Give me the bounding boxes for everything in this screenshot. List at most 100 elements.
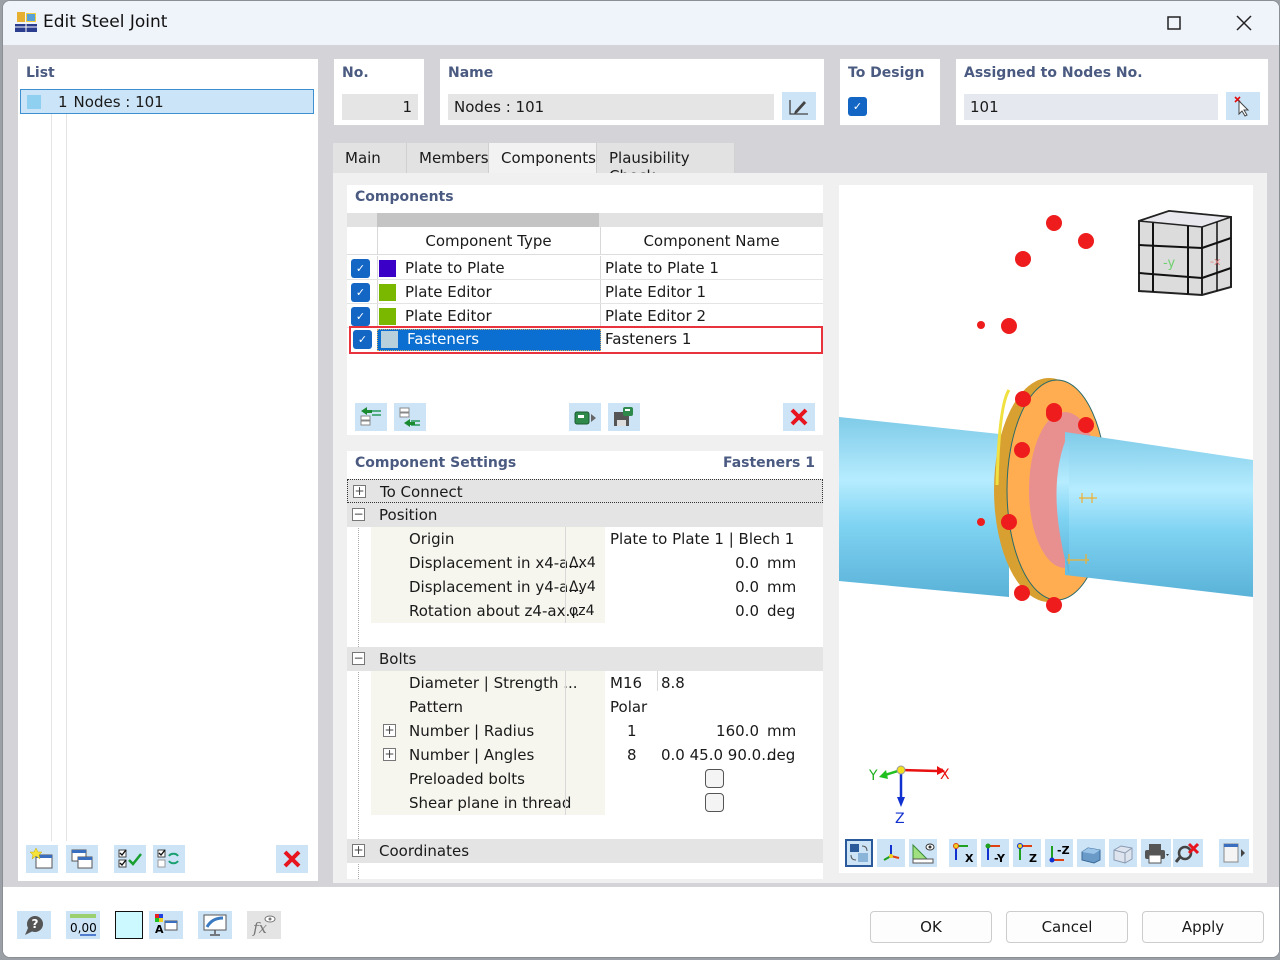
no-field[interactable]: 1	[342, 94, 418, 120]
new-item-button[interactable]	[26, 845, 58, 873]
setting-row-shear-plane[interactable]: Shear plane in thread	[347, 791, 823, 815]
setting-row-preloaded[interactable]: Preloaded bolts	[347, 767, 823, 791]
group-coordinates[interactable]: + Coordinates	[347, 839, 823, 863]
maximize-icon	[1167, 16, 1181, 30]
tab-plausibility-check[interactable]: Plausibility Check	[597, 143, 735, 185]
transparent-display-button[interactable]	[1109, 839, 1137, 867]
maximize-button[interactable]	[1151, 7, 1197, 39]
apply-button[interactable]: Apply	[1142, 911, 1264, 943]
cancel-button[interactable]: Cancel	[1006, 911, 1128, 943]
check-all-button[interactable]	[114, 845, 146, 873]
setting-label: Pattern	[409, 698, 463, 716]
help-button[interactable]: ?	[17, 911, 51, 939]
setting-row-number-angles[interactable]: + Number | Angles 8 0.0 45.0 90.0... deg	[347, 743, 823, 767]
view-z-button[interactable]: Z	[1013, 839, 1041, 867]
radius-value[interactable]: 160.0	[716, 722, 759, 740]
measure-visibility-button[interactable]	[909, 839, 937, 867]
bolt-diameter-value[interactable]: M16	[610, 674, 642, 692]
view-mode-button[interactable]	[845, 839, 873, 867]
to-design-label: To Design	[848, 65, 925, 81]
print-button[interactable]	[1141, 839, 1171, 867]
component-color-swatch	[379, 260, 396, 277]
component-row[interactable]: ✓ Plate to Plate Plate to Plate 1	[347, 256, 823, 280]
expand-icon[interactable]: +	[383, 748, 396, 761]
edit-name-button[interactable]	[782, 92, 816, 120]
radius-number-value[interactable]: 1	[627, 722, 637, 740]
tab-members[interactable]: Members	[407, 143, 489, 173]
component-row[interactable]: ✓ Plate Editor Plate Editor 1	[347, 280, 823, 304]
bolt-strength-value[interactable]: 8.8	[661, 674, 685, 692]
copy-item-button[interactable]	[66, 845, 98, 873]
component-name: Fasteners 1	[605, 330, 692, 348]
displacement-y-value[interactable]: 0.0	[735, 578, 759, 596]
setting-row-displacement-x[interactable]: Displacement in x4-a... Δx4 0.0 mm	[347, 551, 823, 575]
component-checkbox[interactable]: ✓	[351, 307, 370, 326]
decimal-places-button[interactable]: 0,00	[66, 911, 100, 939]
ruler-eye-icon	[912, 843, 935, 864]
view-settings-button[interactable]	[198, 911, 232, 939]
save-template-button[interactable]	[608, 403, 640, 431]
group-position[interactable]: − Position	[347, 503, 823, 527]
name-field[interactable]: Nodes : 101	[448, 94, 774, 120]
preloaded-checkbox[interactable]	[705, 769, 724, 788]
to-design-checkbox[interactable]: ✓	[848, 97, 867, 116]
move-up-button[interactable]	[355, 403, 387, 431]
ok-button[interactable]: OK	[870, 911, 992, 943]
view-x-button[interactable]: X	[949, 839, 977, 867]
title-bar: Edit Steel Joint	[3, 1, 1279, 45]
toggle-panel-button[interactable]	[1219, 839, 1249, 867]
component-checkbox[interactable]: ✓	[351, 283, 370, 302]
origin-value[interactable]: Plate to Plate 1 | Blech 1	[610, 530, 794, 548]
setting-row-origin[interactable]: Origin Plate to Plate 1 | Blech 1	[347, 527, 823, 551]
col-header-type[interactable]: Component Type	[377, 232, 600, 250]
angles-value[interactable]: 0.0 45.0 90.0...	[661, 746, 776, 764]
view-neg-y-button[interactable]: -Y	[981, 839, 1009, 867]
component-checkbox[interactable]: ✓	[351, 259, 370, 278]
pick-nodes-button[interactable]	[1226, 92, 1260, 120]
expand-icon[interactable]: +	[383, 724, 396, 737]
rotation-z-value[interactable]: 0.0	[735, 602, 759, 620]
displacement-x-value[interactable]: 0.0	[735, 554, 759, 572]
pattern-value[interactable]: Polar	[610, 698, 647, 716]
component-row[interactable]: ✓ Plate Editor Plate Editor 2	[347, 304, 823, 328]
delete-component-button[interactable]	[783, 403, 815, 431]
expand-icon[interactable]: +	[353, 485, 366, 498]
delete-item-button[interactable]	[276, 845, 308, 873]
3d-viewport[interactable]: -y -x X Y Z	[839, 185, 1253, 833]
collapse-icon[interactable]: −	[352, 652, 365, 665]
move-down-button[interactable]	[394, 403, 426, 431]
setting-row-diameter[interactable]: Diameter | Strength ... M16 8.8	[347, 671, 823, 695]
collapse-icon[interactable]: −	[352, 508, 365, 521]
axis-display-button[interactable]	[877, 839, 905, 867]
group-label: Coordinates	[379, 842, 470, 860]
list-panel: List 1 Nodes : 101	[18, 59, 318, 881]
display-properties-button[interactable]: A	[149, 911, 183, 939]
formula-button[interactable]: fx	[247, 911, 281, 939]
component-row-selected[interactable]: ✓ Fasteners Fasteners 1	[349, 326, 823, 354]
col-header-name[interactable]: Component Name	[600, 232, 823, 250]
group-bolts[interactable]: − Bolts	[347, 647, 823, 671]
view-cube[interactable]: -y -x	[1138, 209, 1232, 297]
load-template-button[interactable]	[569, 403, 601, 431]
member-right	[1065, 432, 1253, 597]
list-item[interactable]: 1 Nodes : 101	[20, 89, 314, 114]
zoom-reset-button[interactable]	[1173, 839, 1203, 867]
tab-main[interactable]: Main	[333, 143, 407, 173]
color-picker-button[interactable]	[115, 911, 143, 939]
assigned-nodes-field[interactable]: 101	[964, 94, 1218, 120]
angles-number-value[interactable]: 8	[627, 746, 637, 764]
name-label: Name	[448, 65, 494, 81]
component-checkbox[interactable]: ✓	[353, 330, 372, 349]
close-button[interactable]	[1221, 7, 1267, 39]
setting-row-number-radius[interactable]: + Number | Radius 1 160.0 mm	[347, 719, 823, 743]
setting-row-pattern[interactable]: Pattern Polar	[347, 695, 823, 719]
setting-row-rotation-z[interactable]: Rotation about z4-ax... φz4 0.0 deg	[347, 599, 823, 623]
view-neg-z-button[interactable]: -Z	[1045, 839, 1073, 867]
setting-row-displacement-y[interactable]: Displacement in y4-a... Δy4 0.0 mm	[347, 575, 823, 599]
tab-components[interactable]: Components	[489, 143, 597, 173]
toggle-check-button[interactable]	[153, 845, 185, 873]
solid-display-button[interactable]	[1077, 839, 1105, 867]
expand-icon[interactable]: +	[352, 844, 365, 857]
shear-plane-checkbox[interactable]	[705, 793, 724, 812]
group-to-connect[interactable]: + To Connect	[347, 479, 823, 503]
